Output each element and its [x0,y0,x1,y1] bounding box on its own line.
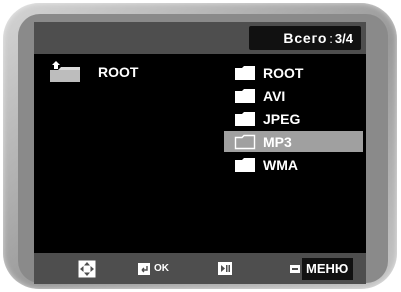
folder-icon [235,157,255,172]
osd-screen: Всего : 3/4 ROOT ROOT AVI JPEG MP3 WMA O… [34,22,366,284]
ok-label: OK [154,263,169,274]
ok-control: OK [138,253,169,284]
folder-icon [235,65,255,80]
menu-control: МЕНЮ [290,253,354,284]
page-counter-box: Всего : 3/4 [249,26,361,50]
total-label: Всего [283,30,328,46]
menu-label: МЕНЮ [306,261,349,276]
folder-icon [235,111,255,126]
list-item[interactable]: WMA [224,154,363,175]
list-item[interactable]: AVI [224,85,363,106]
file-list: ROOT AVI JPEG MP3 WMA [224,62,363,177]
navigate-control [78,253,96,284]
list-item-label: AVI [263,87,286,104]
footer-bar: OK МЕНЮ [34,253,366,284]
list-item-label: WMA [263,156,298,173]
list-item-label: ROOT [263,64,304,81]
list-item-label: MP3 [263,133,292,150]
play-pause-control [218,253,232,284]
list-item-label: JPEG [263,110,301,127]
play-pause-icon [218,262,232,275]
dpad-arrows-icon [78,260,96,277]
header-bar: Всего : 3/4 [34,22,366,54]
folder-up-icon [50,61,80,82]
list-item[interactable]: JPEG [224,108,363,129]
counter-separator: : [329,30,333,46]
list-item-selected[interactable]: MP3 [224,131,363,152]
list-item[interactable]: ROOT [224,62,363,83]
current-folder[interactable]: ROOT [48,60,138,84]
current-folder-label: ROOT [98,64,139,80]
folder-icon [235,88,255,103]
folder-icon [234,134,256,149]
enter-key-icon [138,262,150,275]
menu-key-icon [290,264,300,273]
page-counter: 3/4 [334,30,353,46]
menu-label-box: МЕНЮ [302,257,354,280]
